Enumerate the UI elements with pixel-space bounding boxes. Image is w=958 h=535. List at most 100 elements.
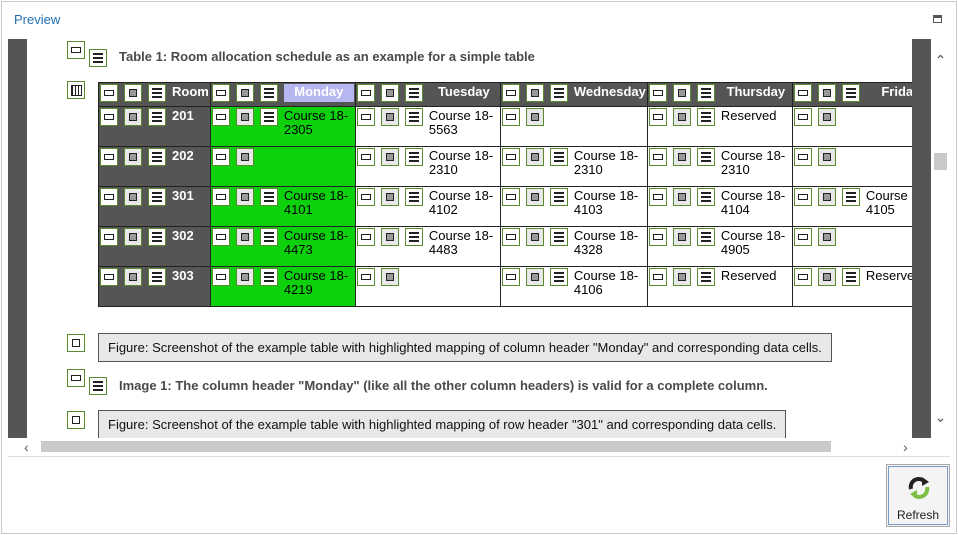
column-header: Tuesday: [354, 82, 501, 107]
text-icon: [259, 268, 278, 286]
text-icon: [404, 108, 423, 126]
data-cell: Course 18-4103: [499, 186, 648, 227]
header-icon: [525, 188, 544, 206]
horizontal-scrollbar[interactable]: ‹ ›: [8, 438, 950, 456]
cell-text: Course 18-2305: [283, 108, 349, 137]
cell-text: [842, 228, 912, 246]
header-label: Tuesday: [437, 84, 490, 99]
data-cell: [499, 106, 648, 147]
vertical-scroll-thumb[interactable]: [934, 153, 947, 170]
cell-icon: [100, 148, 118, 166]
text-icon: [696, 84, 715, 102]
cell-text: Reserved: [720, 108, 777, 123]
header-icon: [235, 148, 254, 166]
header-icon: [380, 268, 399, 286]
text-icon: [696, 268, 715, 286]
refresh-icon: [908, 477, 930, 499]
cell-text: Course 18-4103: [573, 188, 639, 217]
header-icon: [235, 108, 254, 126]
data-cell: Course 18-2305: [209, 106, 356, 147]
row-header-label: 302: [172, 228, 194, 243]
scroll-up-icon[interactable]: ⌃: [931, 52, 950, 69]
cell-icon: [211, 228, 230, 246]
header-label: Wednesday: [573, 84, 646, 99]
header-icon: [525, 148, 544, 166]
row-header-label: 202: [172, 148, 194, 163]
data-cell: [791, 226, 931, 267]
data-cell: Course 18-4104: [646, 186, 793, 227]
scroll-right-icon[interactable]: ›: [903, 439, 908, 455]
room-allocation-table: Room Monday Tuesday Wednesday Thursday Friday…: [98, 82, 931, 307]
cell-text: [842, 108, 912, 126]
header-icon: [525, 228, 544, 246]
text-icon: [549, 228, 568, 246]
cell-icon: [648, 84, 667, 102]
text-icon: [404, 228, 423, 246]
image-icon: [67, 369, 85, 387]
header-icon: [380, 228, 399, 246]
row-header: 201: [98, 106, 211, 147]
cell-icon: [100, 188, 118, 206]
header-icon: [124, 108, 142, 126]
header-icon: [817, 268, 836, 286]
cell-icon: [100, 108, 118, 126]
text-icon: [148, 108, 166, 126]
data-cell: [791, 146, 931, 187]
table-row: 301 Course 18-4101 Course 18-4102 Course 18…: [98, 186, 931, 227]
data-cell: Reserved: [646, 266, 793, 307]
row-header: 303: [98, 266, 211, 307]
cell-text: Course 18-4328: [573, 228, 639, 257]
header-icon: [380, 108, 399, 126]
text-icon: [841, 188, 860, 206]
cell-icon: [211, 108, 230, 126]
text-icon: [259, 108, 278, 126]
refresh-button[interactable]: Refresh: [886, 464, 950, 527]
image-caption: Image 1: The column header "Monday" (lik…: [119, 378, 768, 393]
cell-icon: [501, 84, 520, 102]
preview-viewport: Table 1: Room allocation schedule as an …: [8, 39, 931, 438]
cell-icon: [793, 268, 812, 286]
data-cell: [209, 146, 356, 187]
cell-icon: [793, 84, 812, 102]
figure-caption-monday: Figure: Screenshot of the example table …: [98, 333, 832, 362]
header-icon: [124, 228, 142, 246]
cell-icon: [356, 228, 375, 246]
cell-icon: [648, 108, 667, 126]
cell-icon: [501, 188, 520, 206]
cell-text: Course 18-4905: [720, 228, 786, 257]
vertical-scrollbar[interactable]: ⌃ ⌄: [931, 39, 950, 438]
scroll-down-icon[interactable]: ⌄: [931, 409, 950, 426]
text-icon: [549, 148, 568, 166]
restore-window-icon[interactable]: [933, 15, 942, 23]
figure-icon: [67, 334, 85, 352]
horizontal-scroll-thumb[interactable]: [41, 441, 831, 452]
cell-icon: [100, 228, 118, 246]
header-icon: [817, 108, 836, 126]
header-icon: [672, 228, 691, 246]
cell-icon: [100, 268, 118, 286]
header-icon: [672, 188, 691, 206]
cell-icon: [648, 148, 667, 166]
image-icon: [67, 41, 85, 59]
cell-text: Course 18-4473: [283, 228, 349, 257]
header-icon: [235, 188, 254, 206]
text-icon: [404, 188, 423, 206]
cell-text: [260, 148, 330, 166]
header-icon: [817, 148, 836, 166]
header-icon: [380, 188, 399, 206]
data-cell: Course 18-4219: [209, 266, 356, 307]
header-icon: [380, 84, 399, 102]
cell-icon: [793, 228, 812, 246]
text-icon: [148, 84, 166, 102]
cell-icon: [356, 148, 375, 166]
text-icon: [148, 188, 166, 206]
cell-icon: [211, 268, 230, 286]
data-cell: Course 18-4101: [209, 186, 356, 227]
scroll-left-icon[interactable]: ‹: [24, 439, 29, 455]
text-icon: [148, 148, 166, 166]
row-header: 202: [98, 146, 211, 187]
header-icon: [525, 268, 544, 286]
panel-title: Preview: [14, 12, 61, 27]
refresh-label: Refresh: [896, 508, 940, 522]
data-cell: Course 18-2310: [354, 146, 501, 187]
